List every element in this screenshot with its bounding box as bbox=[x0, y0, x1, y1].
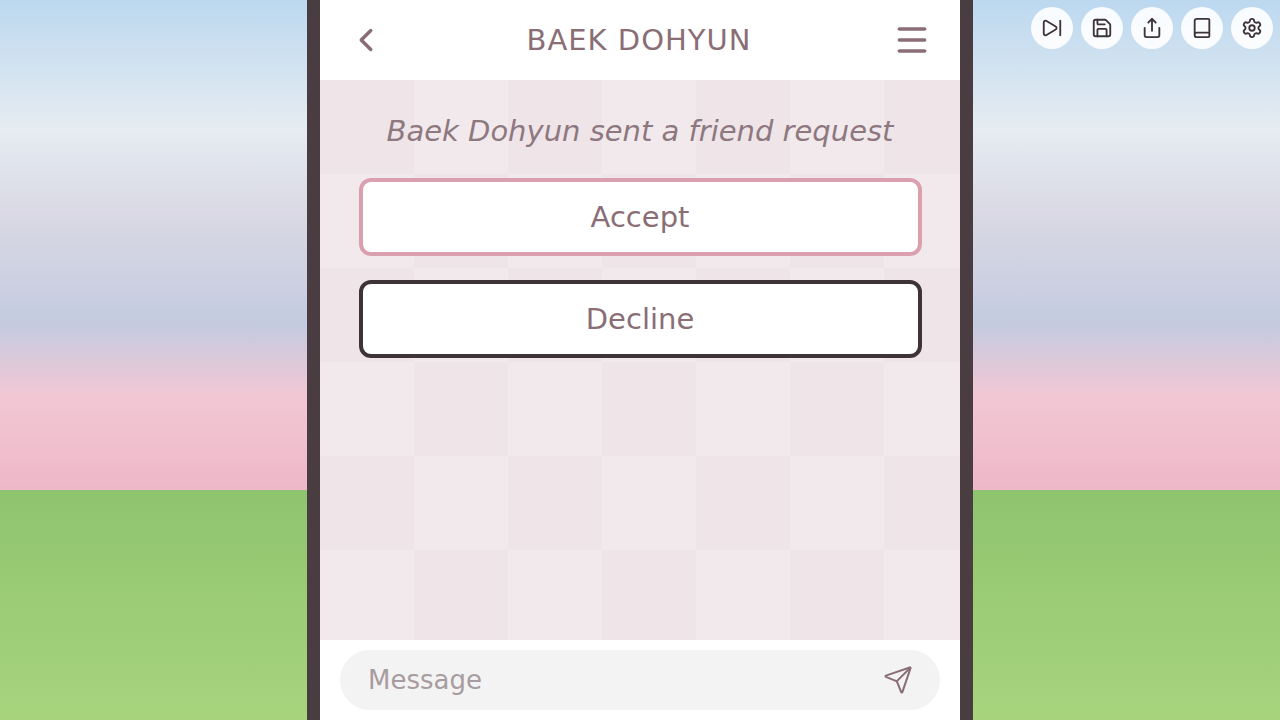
gear-icon bbox=[1241, 17, 1263, 39]
book-icon bbox=[1191, 17, 1213, 39]
toolbar-button[interactable] bbox=[1181, 7, 1223, 49]
send-icon bbox=[883, 665, 913, 695]
background-scene-right bbox=[973, 0, 1280, 720]
back-button[interactable] bbox=[346, 20, 386, 60]
chat-header: BAEK DOHYUN bbox=[320, 0, 960, 80]
menu-icon bbox=[893, 21, 931, 59]
game-screen: BAEK DOHYUN Baek Dohyun sent a friend req… bbox=[0, 0, 1280, 720]
background-scene-left bbox=[0, 0, 307, 720]
send-button[interactable] bbox=[880, 662, 916, 698]
choice-button[interactable]: Decline bbox=[359, 280, 922, 358]
save-icon bbox=[1091, 17, 1113, 39]
toolbar-button[interactable] bbox=[1081, 7, 1123, 49]
skip-icon bbox=[1041, 17, 1063, 39]
toolbar-button[interactable] bbox=[1231, 7, 1273, 49]
message-field bbox=[340, 650, 940, 710]
friend-request-notice: Baek Dohyun sent a friend request bbox=[387, 114, 894, 148]
toolbar bbox=[1031, 7, 1273, 49]
menu-button[interactable] bbox=[892, 20, 932, 60]
phone: BAEK DOHYUN Baek Dohyun sent a friend req… bbox=[307, 0, 973, 720]
chat-title: BAEK DOHYUN bbox=[527, 23, 752, 57]
choice-button[interactable]: Accept bbox=[359, 178, 922, 256]
message-input[interactable] bbox=[366, 664, 880, 696]
chevron-left-icon bbox=[347, 21, 385, 59]
toolbar-button[interactable] bbox=[1031, 7, 1073, 49]
chat-body: Baek Dohyun sent a friend request Accept D… bbox=[320, 80, 960, 640]
toolbar-button[interactable] bbox=[1131, 7, 1173, 49]
share-icon bbox=[1141, 17, 1163, 39]
message-bar bbox=[320, 640, 960, 720]
